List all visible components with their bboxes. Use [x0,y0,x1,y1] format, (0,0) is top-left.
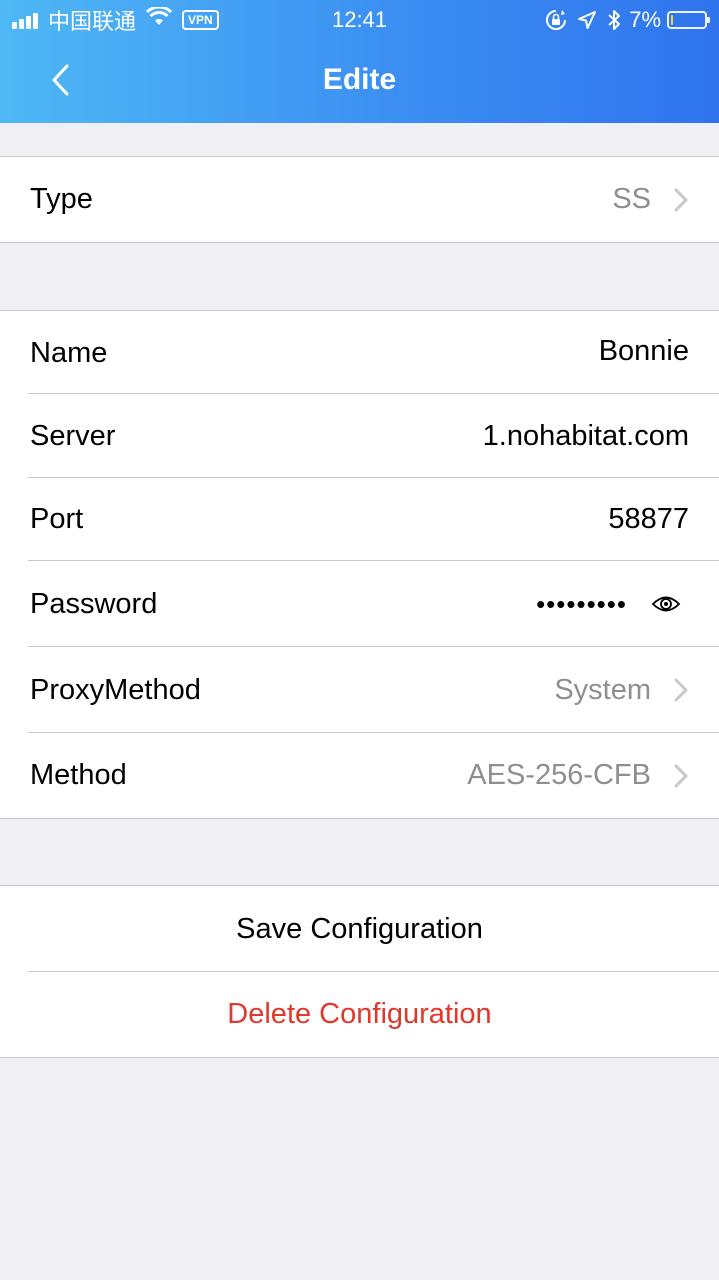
port-row[interactable]: Port 58877 [0,478,719,561]
save-configuration-button[interactable]: Save Configuration [0,913,719,946]
type-row[interactable]: Type SS [0,157,719,242]
proxy-method-value: System [554,673,651,706]
password-row[interactable]: Password ••••••••• [0,561,719,647]
bluetooth-icon [607,9,621,31]
eye-icon[interactable] [651,593,681,615]
status-bar: 中国联通 VPN 12:41 7% [0,0,719,40]
location-arrow-icon [577,10,597,30]
page-title: Edite [322,63,397,96]
method-label: Method [30,759,127,791]
password-field[interactable]: ••••••••• [536,589,627,620]
type-label: Type [30,183,93,215]
chevron-right-icon [674,188,688,211]
battery-level [671,15,673,25]
server-field[interactable]: 1.nohabitat.com [483,420,689,453]
chevron-right-icon [674,678,688,702]
type-value: SS [612,183,651,215]
port-field[interactable]: 58877 [608,503,689,536]
type-section: Type SS [0,156,719,243]
delete-configuration-button[interactable]: Delete Configuration [0,998,719,1031]
method-row[interactable]: Method AES-256-CFB [0,733,719,818]
server-label: Server [30,419,116,452]
method-value: AES-256-CFB [467,759,651,791]
orientation-lock-icon [545,9,567,31]
server-settings-section: Name Bonnie Server 1.nohabitat.com Port … [0,310,719,819]
password-label: Password [30,587,158,620]
navigation-header: 中国联通 VPN 12:41 7% Edite [0,0,719,123]
server-row[interactable]: Server 1.nohabitat.com [0,394,719,478]
actions-section: Save Configuration Delete Configuration [0,885,719,1058]
name-row[interactable]: Name Bonnie [0,311,719,394]
port-label: Port [30,503,84,535]
save-row: Save Configuration [0,886,719,972]
name-field[interactable]: Bonnie [599,335,689,368]
proxy-method-row[interactable]: ProxyMethod System [0,647,719,733]
proxy-method-label: ProxyMethod [30,673,201,706]
name-label: Name [30,337,108,369]
chevron-right-icon [674,764,688,787]
battery-icon [667,11,710,29]
battery-percentage: 7% [629,7,661,32]
delete-row: Delete Configuration [0,972,719,1057]
